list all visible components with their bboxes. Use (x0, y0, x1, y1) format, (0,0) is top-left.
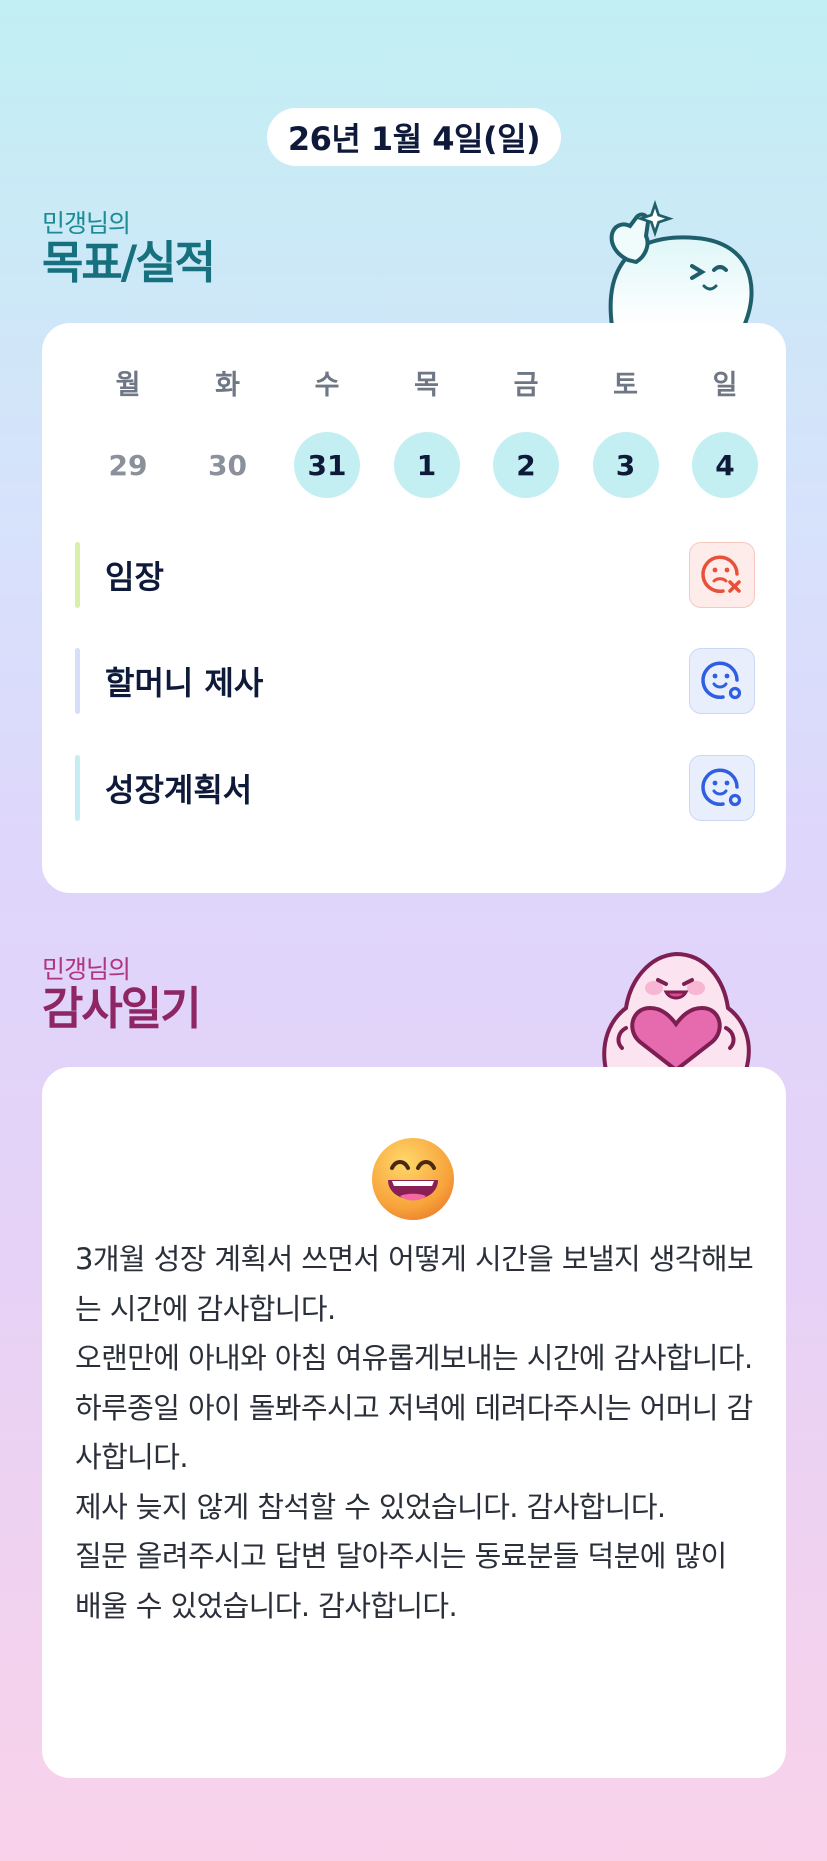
date-cell[interactable]: 29 (95, 432, 161, 498)
goal-card: 월 화 수 목 금 토 일 29 30 31 1 2 3 4 임장 할머니 제사… (42, 323, 786, 893)
date-cell[interactable]: 30 (195, 432, 261, 498)
date-row: 29 30 31 1 2 3 4 (95, 432, 758, 498)
weekday-label: 화 (215, 370, 240, 401)
goal-label: 임장 (105, 558, 164, 596)
mascot-thumbs-up-icon (608, 200, 754, 326)
goal-label: 성장계획서 (105, 771, 253, 809)
thanks-section-header: 민갱님의 감사일기 (42, 955, 202, 1035)
date-cell[interactable]: 1 (393, 432, 460, 498)
smile-face-check-icon (701, 768, 742, 807)
week-calendar: 월 화 수 목 금 토 일 29 30 31 1 2 3 4 (95, 363, 758, 498)
goal-color-bar (75, 755, 80, 821)
weekday-label: 수 (314, 370, 340, 401)
mascot-heart-icon (602, 951, 751, 1070)
goal-item[interactable]: 임장 (75, 542, 755, 608)
weekday-label: 금 (513, 370, 539, 401)
thanks-section-subtitle: 민갱님의 (42, 955, 131, 984)
weekday-label: 목 (414, 370, 439, 401)
weekday-label: 월 (115, 370, 141, 401)
date-selector[interactable]: 26년 1월 4일(일) (267, 108, 561, 166)
goal-section-header: 민갱님의 목표/실적 (42, 209, 216, 289)
smile-face-check-icon (701, 661, 742, 700)
goal-item[interactable]: 할머니 제사 (75, 648, 755, 714)
date-cell[interactable]: 2 (493, 432, 559, 498)
goal-section-title: 목표/실적 (42, 236, 216, 289)
goal-section-subtitle: 민갱님의 (42, 209, 131, 238)
weekday-label: 토 (613, 370, 638, 401)
grinning-face-icon (372, 1138, 454, 1220)
goal-status-button[interactable] (689, 755, 755, 821)
date-cell[interactable]: 3 (592, 432, 659, 498)
date-cell[interactable]: 31 (294, 432, 360, 498)
goal-color-bar (75, 648, 80, 714)
goal-color-bar (75, 542, 80, 608)
gratitude-diary-text: 3개월 성장 계획서 쓰면서 어떻게 시간을 보낼지 생각해보는 시간에 감사합… (75, 1242, 754, 1623)
weekday-row: 월 화 수 목 금 토 일 (95, 363, 758, 402)
thanks-card: 3개월 성장 계획서 쓰면서 어떻게 시간을 보낼지 생각해보는 시간에 감사합… (42, 1067, 786, 1778)
date-cell-selected[interactable]: 4 (692, 432, 758, 498)
sad-face-x-icon (701, 555, 741, 594)
goal-label: 할머니 제사 (105, 664, 264, 702)
goal-status-button[interactable] (689, 648, 755, 714)
goal-status-button[interactable] (689, 542, 755, 608)
thanks-section-title: 감사일기 (42, 982, 202, 1035)
weekday-label: 일 (712, 370, 738, 401)
goal-item[interactable]: 성장계획서 (75, 755, 755, 821)
